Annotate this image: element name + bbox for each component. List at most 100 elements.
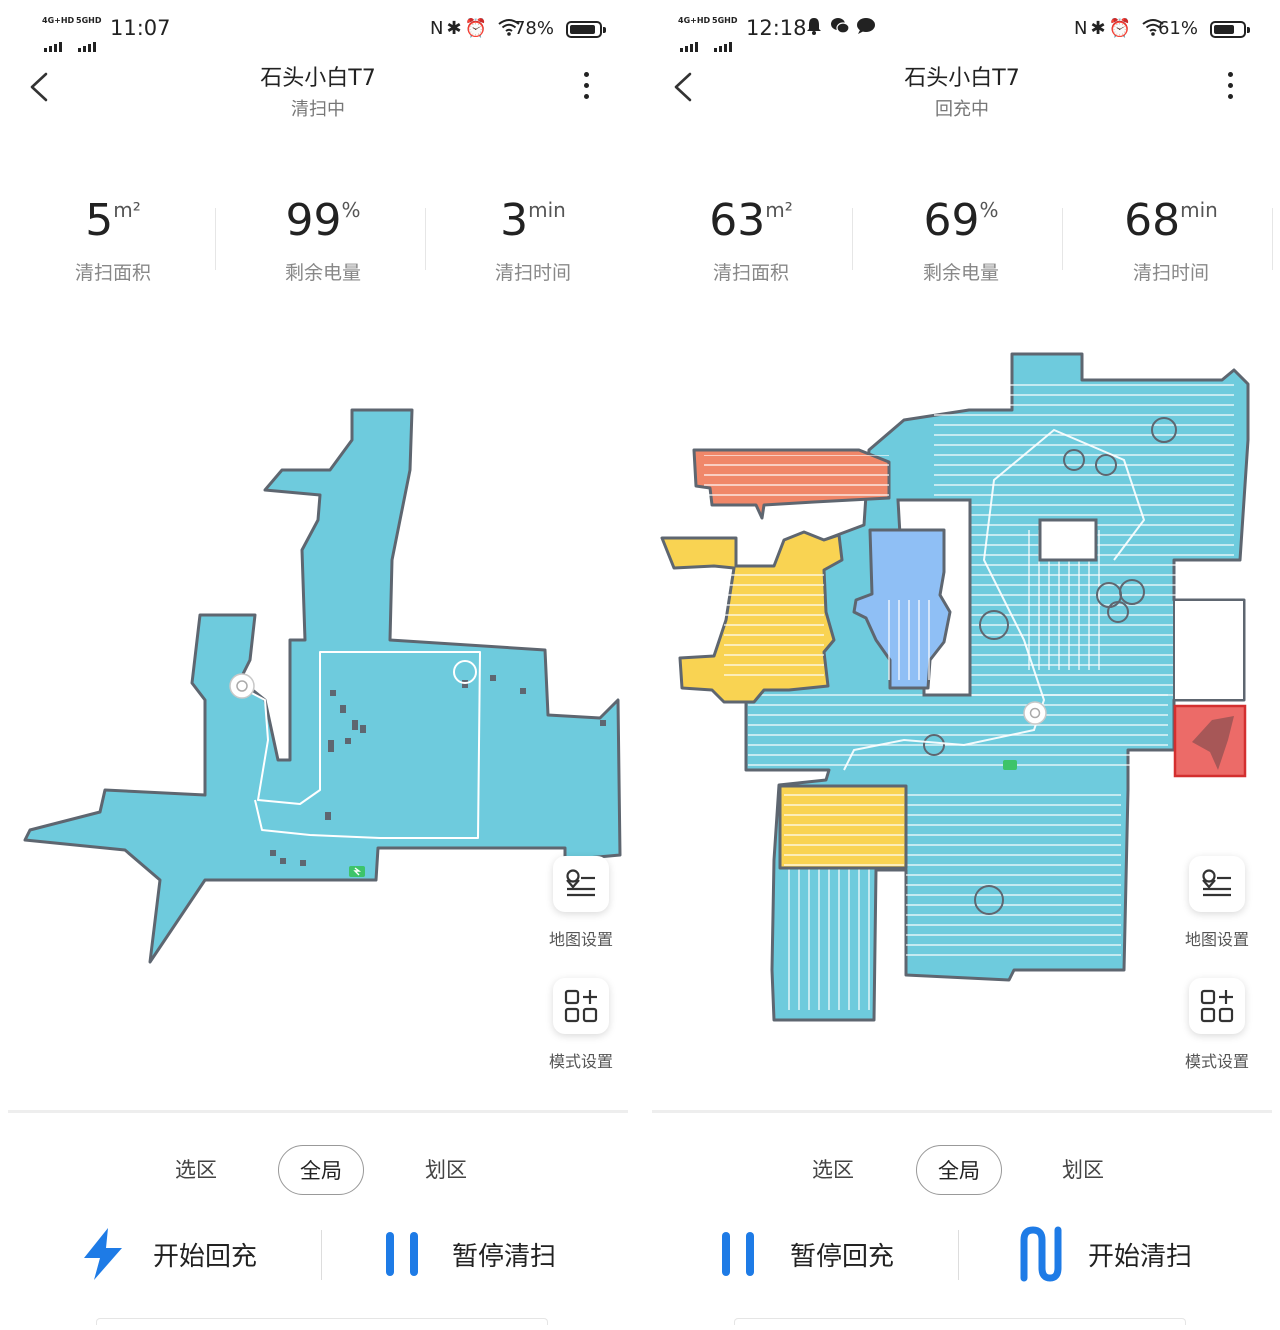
start-cleaning-button[interactable]: 开始清扫 [1016,1218,1246,1290]
mode-tabs: 选区 全局 划区 [0,1145,636,1197]
stat-area: 63m² 清扫面积 [646,196,856,285]
tab-global[interactable]: 全局 [916,1145,1002,1195]
title-block: 石头小白T7 回充中 [644,60,1280,121]
status-bar: 4G+HD 5GHD 11:07 N✱⏰ 78% [0,10,636,52]
status-time: 12:18 [746,16,807,40]
sweep-icon [1020,1226,1062,1282]
lightning-icon [84,1228,122,1280]
stat-area-unit: m² [113,198,141,222]
tab-select-area[interactable]: 选区 [790,1145,876,1195]
room-yellow-south [778,784,908,870]
bottom-edge [734,1318,1186,1325]
room-yellow-west [660,530,844,704]
top-bar: 石头小白T7 清扫中 [0,54,636,124]
tab-zone[interactable]: 划区 [403,1145,489,1195]
device-title: 石头小白T7 [260,66,376,91]
status-time: 11:07 [110,16,171,40]
map-settings-icon [553,856,609,912]
more-menu-icon[interactable] [1226,72,1234,102]
stat-time-label: 清扫时间 [1132,262,1209,284]
top-bar: 石头小白T7 回充中 [644,54,1280,124]
tab-global[interactable]: 全局 [278,1145,364,1195]
stat-battery: 99% 剩余电量 [218,196,428,285]
tab-zone[interactable]: 划区 [1040,1145,1126,1195]
stat-battery-label: 剩余电量 [922,262,999,284]
mode-settings-button[interactable]: 模式设置 [1177,978,1257,1072]
stat-battery-value: 69 [923,195,980,246]
map-settings-button[interactable]: 地图设置 [1177,856,1257,950]
bell-icon [806,17,822,40]
mode-settings-icon [1189,978,1245,1034]
action-bar: 开始回充 暂停清扫 [0,1218,636,1290]
stats-row: 5m² 清扫面积 99% 剩余电量 3min 清扫时间 [0,196,636,296]
stat-time-unit: min [528,198,566,222]
signal-icon: 4G+HD 5GHD [678,16,744,52]
network-label-2: 5GHD [76,16,102,25]
mode-settings-label: 模式设置 [1184,1052,1249,1071]
start-cleaning-label: 开始清扫 [1088,1242,1193,1272]
stat-time-value: 68 [1124,195,1181,246]
action-divider [958,1230,959,1280]
more-menu-icon[interactable] [582,72,590,102]
action-bar: 暂停回充 开始清扫 [644,1218,1280,1290]
stat-area-value: 5 [85,195,114,246]
stat-area: 5m² 清扫面积 [8,196,218,285]
stat-time-label: 清扫时间 [494,262,571,284]
pause-icon [386,1232,418,1276]
pause-recharge-button[interactable]: 暂停回充 [716,1218,936,1290]
battery-icon [566,21,606,38]
stat-battery-unit: % [341,198,361,222]
robot-position-icon [229,673,255,699]
room-orange [692,448,891,520]
stat-divider [852,208,853,270]
device-status: 清扫中 [291,99,345,120]
robot-position-icon [1023,701,1047,725]
tab-select-area[interactable]: 选区 [153,1145,239,1195]
signal-icon: 4G+HD 5GHD [42,16,108,52]
stats-row: 63m² 清扫面积 69% 剩余电量 68min 清扫时间 [644,196,1280,296]
status-bar: 4G+HD 5GHD 12:18 N✱⏰ 61% [644,10,1280,52]
stat-time: 68min 清扫时间 [1066,196,1276,285]
stat-divider [215,208,216,270]
wechat-icon [830,17,850,40]
start-recharge-button[interactable]: 开始回充 [78,1218,298,1290]
stat-area-label: 清扫面积 [74,262,151,284]
pause-cleaning-button[interactable]: 暂停清扫 [380,1218,600,1290]
stat-battery-value: 99 [285,195,342,246]
no-go-zone [1173,704,1247,778]
map-floor-area [23,408,622,964]
stat-divider [425,208,426,270]
stat-area-value: 63 [709,195,766,246]
stat-battery: 69% 剩余电量 [856,196,1066,285]
mode-settings-label: 模式设置 [548,1052,613,1071]
map-settings-icon [1189,856,1245,912]
mode-tabs: 选区 全局 划区 [644,1145,1280,1197]
pause-cleaning-label: 暂停清扫 [452,1242,557,1272]
stat-divider [1062,208,1063,270]
pause-icon [722,1232,754,1276]
charging-dock-icon [1003,760,1017,770]
pause-recharge-label: 暂停回充 [790,1242,895,1272]
map-settings-label: 地图设置 [1184,930,1249,949]
nfc-bluetooth-alarm-icons: N✱⏰ [1074,18,1134,39]
map-settings-label: 地图设置 [548,930,613,949]
app-screenshot-pair: 4G+HD 5GHD 11:07 N✱⏰ 78% 石头小白T7 清扫中 5m² … [0,0,1280,1330]
action-divider [321,1230,322,1280]
network-label-2: 5GHD [712,16,738,25]
mode-settings-button[interactable]: 模式设置 [541,978,621,1072]
robot-screen-recharging: 4G+HD 5GHD 12:18 N✱⏰ 61% 石头小白T7 回充中 63m²… [644,0,1280,1330]
nfc-bluetooth-alarm-icons: N✱⏰ [430,18,490,39]
mode-settings-icon [553,978,609,1034]
device-title: 石头小白T7 [904,66,1020,91]
network-label-1: 4G+HD [42,16,75,25]
map-settings-button[interactable]: 地图设置 [541,856,621,950]
bottom-edge [96,1318,548,1325]
stat-battery-label: 剩余电量 [284,262,361,284]
battery-percent: 61% [1157,18,1198,39]
section-divider [652,1110,1272,1113]
stat-area-unit: m² [765,198,793,222]
start-recharge-label: 开始回充 [153,1242,258,1272]
stat-time-value: 3 [500,195,529,246]
stat-battery-unit: % [979,198,999,222]
title-block: 石头小白T7 清扫中 [0,60,636,121]
